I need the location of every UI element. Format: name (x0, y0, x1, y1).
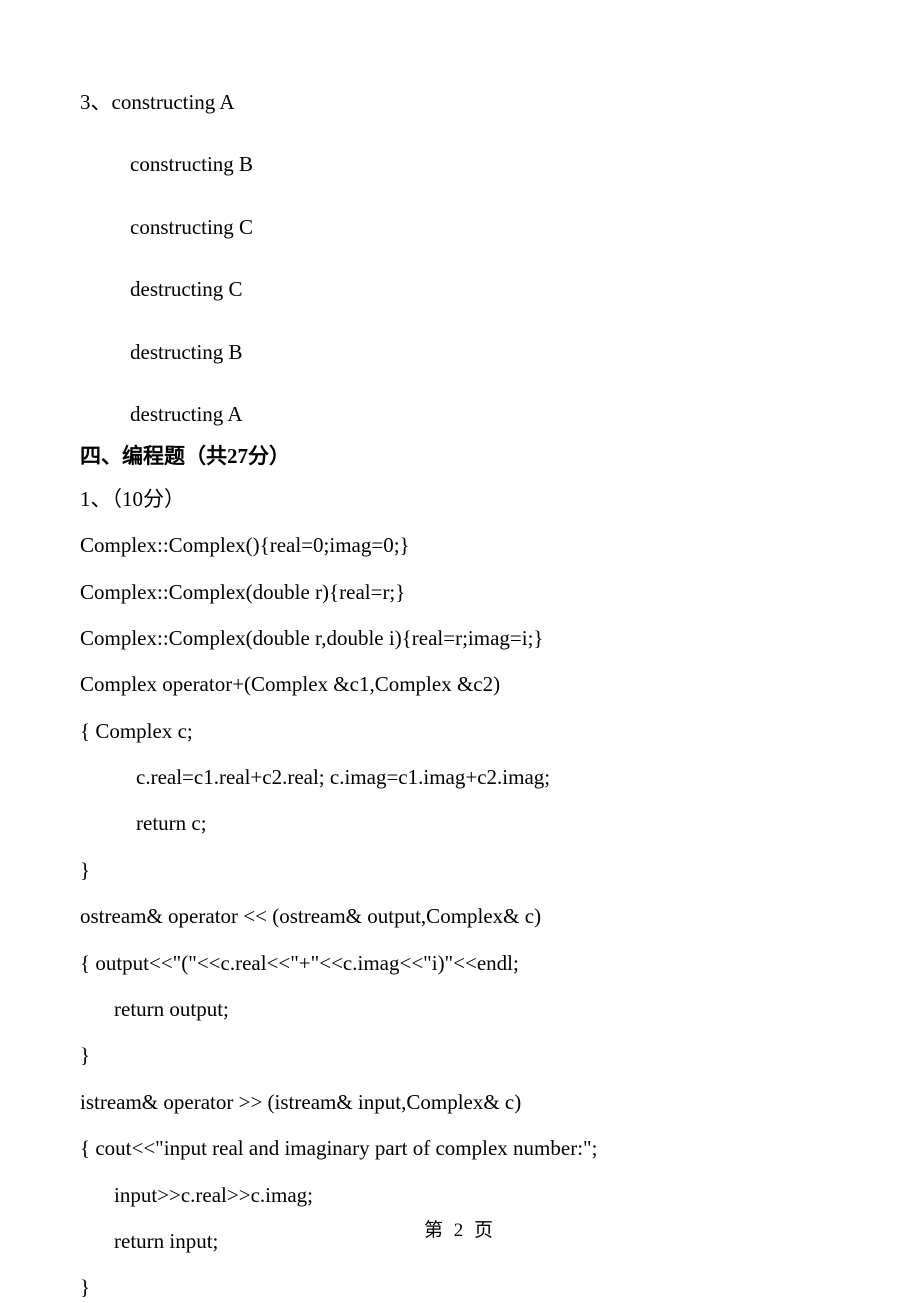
q3-line-2: constructing C (80, 213, 840, 242)
q3-line-1: constructing B (80, 150, 840, 179)
code-line-13: { cout<<"input real and imaginary part o… (80, 1134, 840, 1163)
q3-number: 3、 (80, 90, 112, 114)
code-line-1: Complex::Complex(double r){real=r;} (80, 578, 840, 607)
q1-number: 1、（10分） (80, 485, 840, 514)
code-line-2: Complex::Complex(double r,double i){real… (80, 624, 840, 653)
q3-line-3: destructing C (80, 275, 840, 304)
code-line-11: } (80, 1041, 840, 1070)
code-line-3: Complex operator+(Complex &c1,Complex &c… (80, 670, 840, 699)
q3-line-4: destructing B (80, 338, 840, 367)
code-line-6: return c; (80, 809, 840, 838)
section4-heading: 四、编程题（共27分） (80, 442, 840, 471)
q3-text-0: constructing A (112, 90, 235, 114)
q3-line-0: 3、constructing A (80, 88, 840, 117)
code-line-7: } (80, 856, 840, 885)
code-line-8: ostream& operator << (ostream& output,Co… (80, 902, 840, 931)
code-line-12: istream& operator >> (istream& input,Com… (80, 1088, 840, 1117)
page-number: 第 2 页 (0, 1218, 920, 1245)
code-line-16: } (80, 1273, 840, 1302)
code-line-0: Complex::Complex(){real=0;imag=0;} (80, 531, 840, 560)
code-line-14: input>>c.real>>c.imag; (80, 1181, 840, 1210)
code-line-9: { output<<"("<<c.real<<"+"<<c.imag<<"i)"… (80, 949, 840, 978)
code-line-5: c.real=c1.real+c2.real; c.imag=c1.imag+c… (80, 763, 840, 792)
q3-line-5: destructing A (80, 400, 840, 429)
code-line-4: { Complex c; (80, 717, 840, 746)
code-line-10: return output; (80, 995, 840, 1024)
